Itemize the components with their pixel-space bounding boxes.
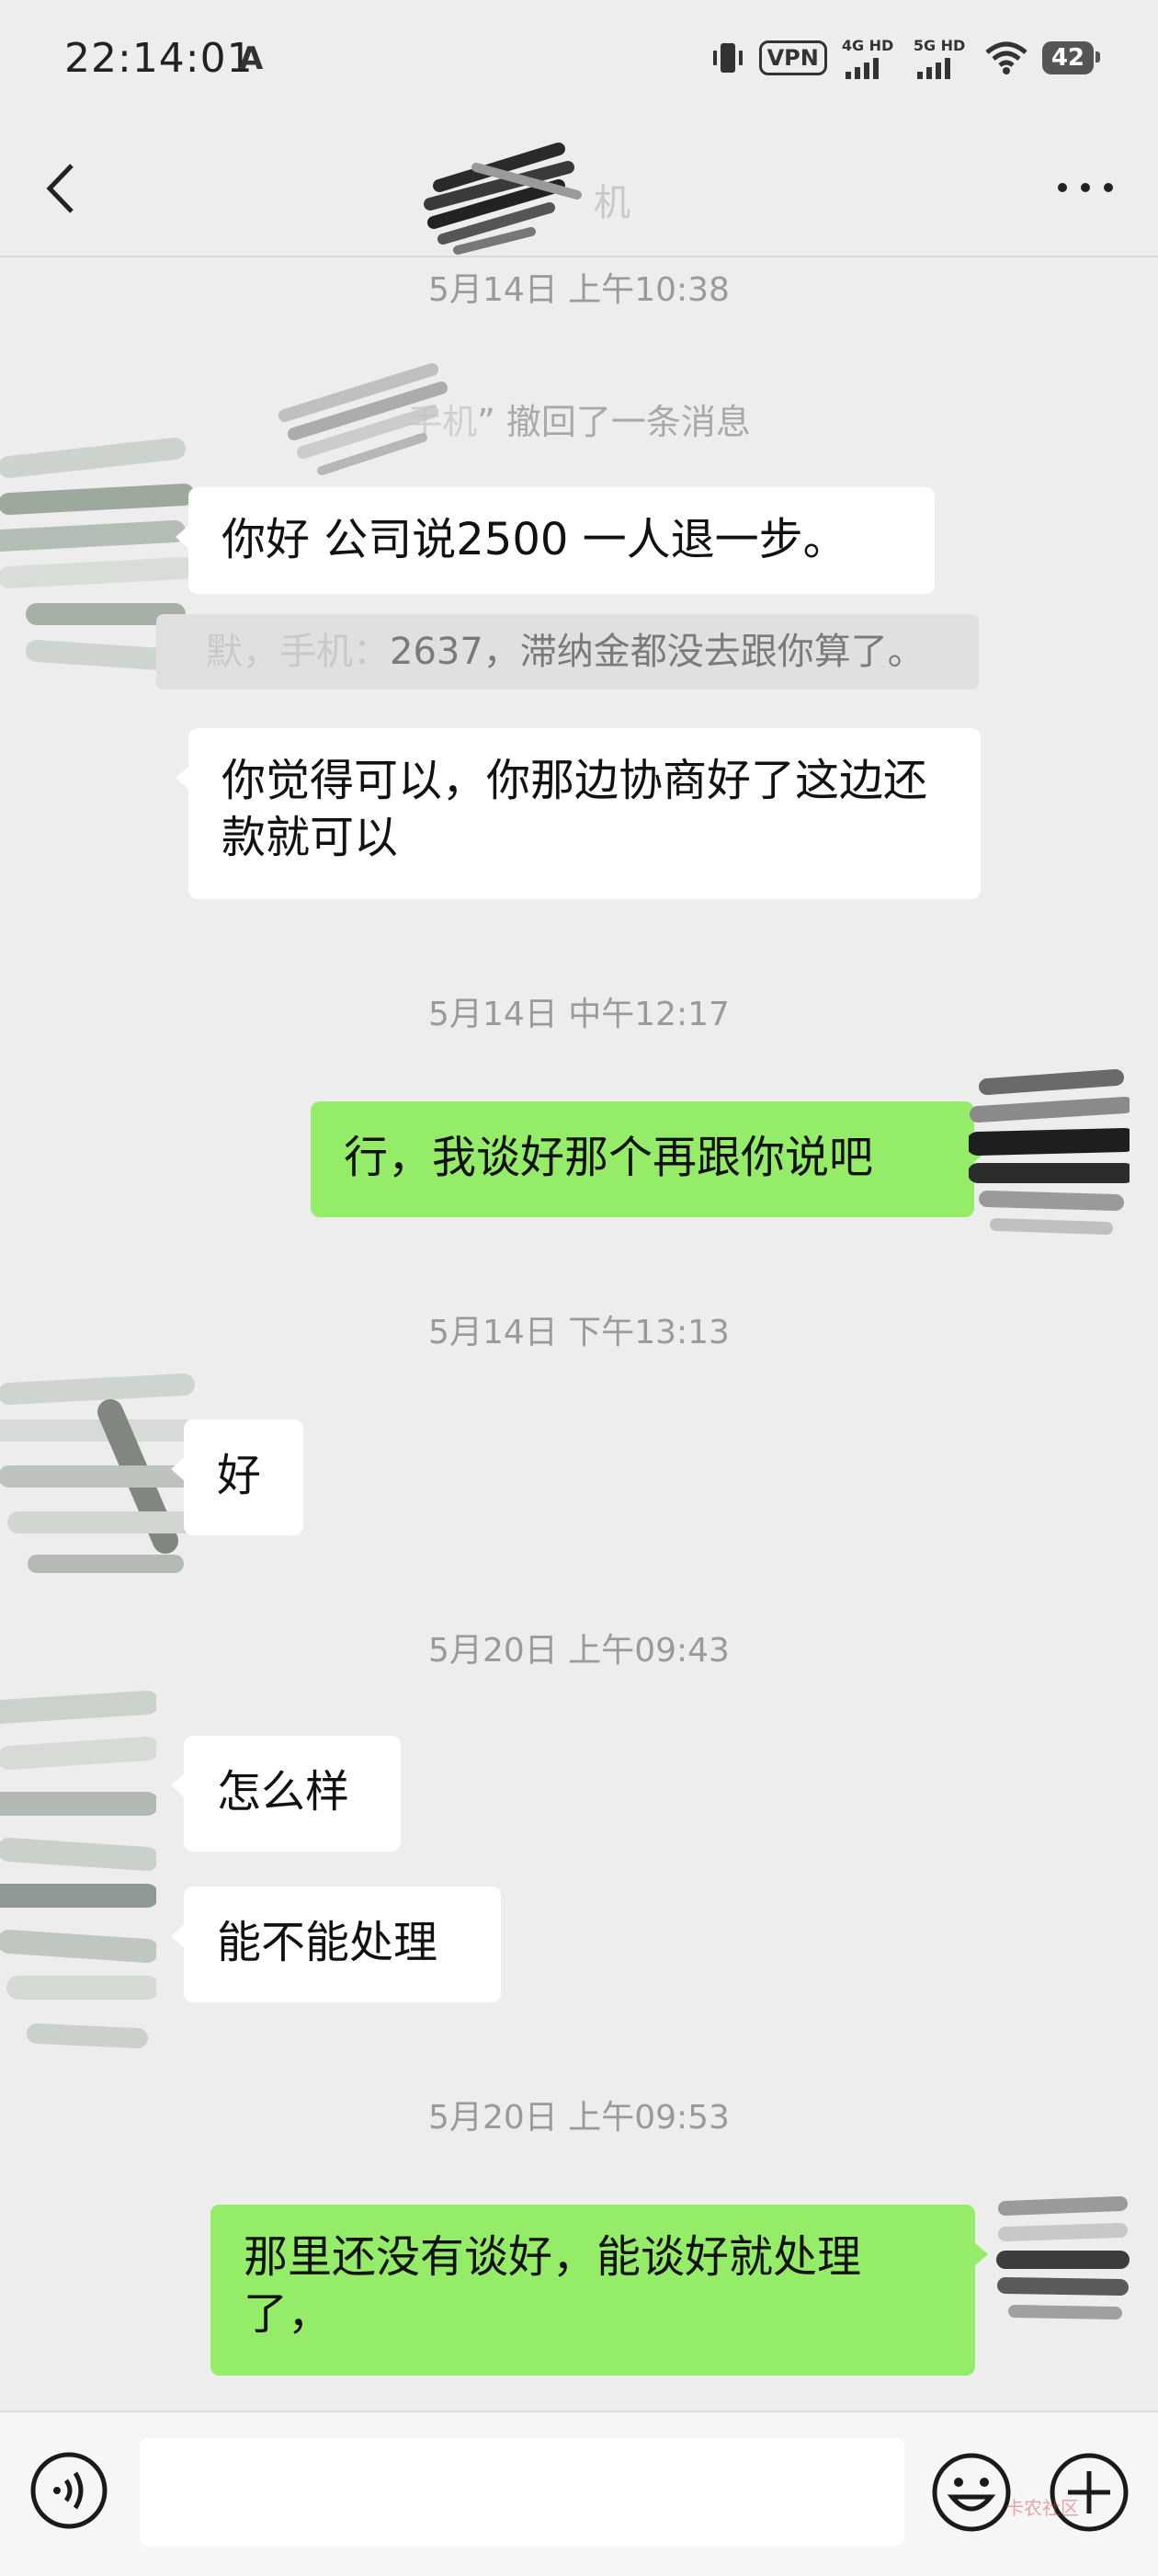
- message-bubble[interactable]: 你觉得可以，你那边协商好了这边还款就可以: [176, 728, 981, 899]
- message-bubble[interactable]: 好: [171, 1419, 303, 1535]
- timestamp: 5月14日 下午13:13: [428, 1314, 730, 1351]
- plus-icon[interactable]: [1048, 2451, 1130, 2534]
- quoted-text: 2637，滞纳金都没去跟你算了。: [390, 631, 925, 673]
- more-dots-icon[interactable]: [1053, 177, 1118, 199]
- vibrate-icon: [712, 43, 743, 73]
- battery-indicator: 42: [1041, 41, 1101, 74]
- message-bubble[interactable]: 能不能处理: [171, 1886, 501, 2002]
- chevron-left-icon[interactable]: [40, 156, 86, 221]
- recall-name-scribble: [278, 363, 448, 475]
- recall-text: ” 撤回了一条消息: [477, 402, 751, 442]
- emoji-icon[interactable]: [930, 2451, 1013, 2534]
- wifi-icon: [985, 41, 1027, 74]
- chat-header: 机: [0, 120, 1158, 257]
- message-input[interactable]: [140, 2438, 904, 2547]
- message-bubble[interactable]: 你好 公司说2500 一人退一步。: [176, 487, 935, 594]
- contact-name-scribble: [424, 142, 582, 255]
- timestamp: 5月14日 上午10:38: [428, 271, 730, 309]
- avatar[interactable]: [996, 2190, 1130, 2328]
- message-bubble-outgoing[interactable]: 行，我谈好那个再跟你说吧: [311, 1101, 987, 1217]
- message-bubble[interactable]: 怎么样: [171, 1736, 401, 1852]
- timestamp: 5月20日 上午09:43: [428, 1632, 730, 1670]
- input-bar: 卡农社区: [0, 2411, 1158, 2576]
- signal-4g-label: 4G HD: [841, 37, 894, 54]
- status-bar: 22:14:01 A VPN 4G HD 5G HD 42: [0, 0, 1158, 120]
- timestamp: 5月20日 上午09:53: [428, 2099, 730, 2137]
- status-a-indicator: A: [239, 40, 264, 77]
- status-icons: VPN 4G HD 5G HD 42: [711, 37, 1101, 79]
- timestamp: 5月14日 中午12:17: [428, 996, 730, 1033]
- signal-5g-label: 5G HD: [913, 37, 966, 54]
- contact-name-tail: 机: [594, 182, 630, 224]
- voice-icon[interactable]: [29, 2451, 108, 2530]
- avatar[interactable]: [969, 1059, 1130, 1243]
- vpn-badge: VPN: [758, 40, 827, 75]
- signal-4g-icon: 4G HD: [842, 37, 899, 79]
- avatar[interactable]: [0, 1357, 198, 1587]
- status-time: 22:14:01: [64, 35, 254, 82]
- signal-5g-icon: 5G HD: [914, 37, 971, 79]
- quoted-sender: 默，手机：: [206, 631, 390, 673]
- avatar[interactable]: [0, 1675, 156, 2061]
- message-bubble-outgoing[interactable]: 那里还没有谈好，能谈好就处理了，: [210, 2205, 988, 2376]
- watermark-text: 卡农社区: [1005, 2497, 1079, 2519]
- quoted-message[interactable]: 默，手机：2637，滞纳金都没去跟你算了。: [156, 614, 979, 690]
